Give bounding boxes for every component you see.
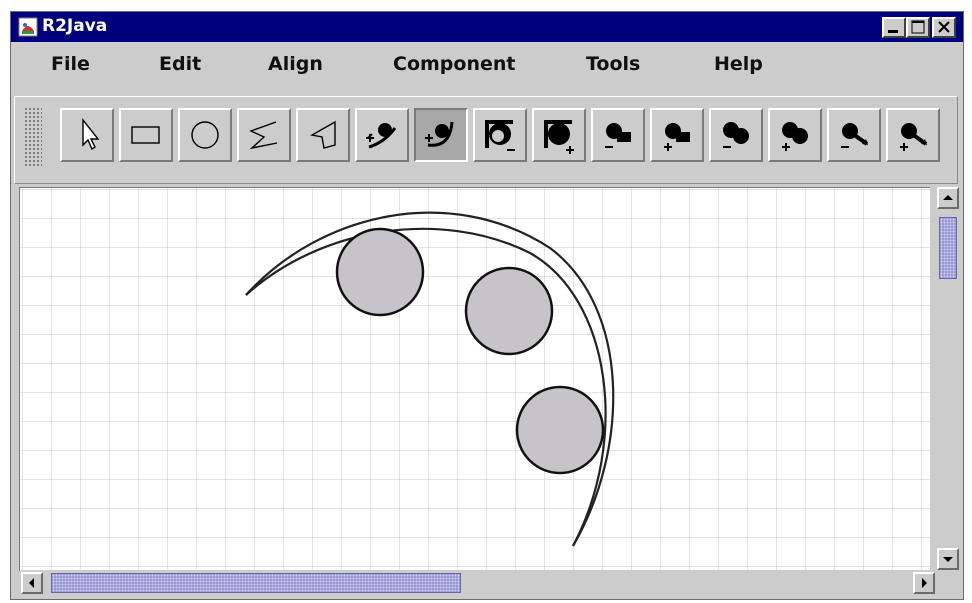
tool-circle[interactable]: [178, 108, 232, 162]
scroll-left-button[interactable]: [21, 572, 43, 594]
arrow-up-icon: [943, 195, 953, 200]
ball-square-minus-icon: [605, 123, 631, 148]
app-window: R2Java File Edit Align Component Tools H…: [10, 11, 964, 600]
menu-component[interactable]: Component: [393, 53, 515, 75]
scroll-down-button[interactable]: [937, 548, 959, 570]
tool-ball-cut-plus[interactable]: [532, 108, 586, 162]
tool-rectangle[interactable]: [119, 108, 173, 162]
double-ball-plus-icon: [782, 122, 808, 151]
tool-polyline[interactable]: [237, 108, 291, 162]
horizontal-scrollbar[interactable]: [21, 570, 937, 596]
scroll-right-button[interactable]: [913, 572, 935, 594]
tool-double-ball-plus[interactable]: [768, 108, 822, 162]
circle-shape[interactable]: [515, 385, 605, 475]
minimize-icon: [888, 30, 898, 33]
menu-tools[interactable]: Tools: [586, 53, 640, 75]
sweep-ball-arc-icon: [366, 123, 397, 149]
tool-ball-cut-minus[interactable]: [473, 108, 527, 162]
menu-edit[interactable]: Edit: [159, 53, 201, 75]
close-button[interactable]: [932, 17, 956, 38]
circle-shape[interactable]: [464, 266, 554, 356]
ball-cut-plus-icon: [544, 120, 574, 154]
app-icon: [18, 17, 38, 37]
sweep-ball-curve-icon: [425, 121, 454, 147]
scroll-corner: [937, 570, 959, 596]
ball-cut-minus-icon: [485, 120, 515, 151]
menu-file[interactable]: File: [51, 53, 90, 75]
canvas-surface[interactable]: [20, 188, 930, 571]
tool-select[interactable]: [60, 108, 114, 162]
open-polyline-icon: [249, 121, 278, 150]
minimize-button[interactable]: [882, 17, 906, 38]
tool-arrow-ball-minus[interactable]: [827, 108, 881, 162]
menu-bar: File Edit Align Component Tools Help: [11, 42, 963, 84]
arrow-down-icon: [943, 557, 953, 562]
maximize-button[interactable]: [906, 17, 930, 38]
rectangle-icon: [131, 126, 160, 144]
arrow-ball-minus-icon: [841, 123, 869, 148]
window-title: R2Java: [42, 16, 108, 36]
menu-help[interactable]: Help: [714, 53, 763, 75]
toolbar: [14, 96, 958, 184]
title-bar[interactable]: R2Java: [11, 12, 963, 42]
select-pointer-icon: [82, 117, 100, 151]
drawing-canvas[interactable]: [19, 187, 930, 571]
circle-icon: [191, 121, 219, 149]
circle-shape[interactable]: [335, 227, 425, 317]
vertical-scrollbar[interactable]: [937, 187, 959, 570]
toolbar-grip[interactable]: [24, 107, 42, 167]
arrow-left-icon: [29, 578, 34, 588]
tool-sweep-curve[interactable]: [414, 108, 468, 162]
scroll-up-button[interactable]: [937, 187, 959, 209]
ball-square-plus-icon: [664, 123, 690, 151]
tool-double-ball-minus[interactable]: [709, 108, 763, 162]
horizontal-scroll-thumb[interactable]: [51, 573, 461, 593]
arrow-right-icon: [922, 578, 927, 588]
tool-ball-square-plus[interactable]: [650, 108, 704, 162]
close-icon: [938, 21, 950, 33]
menu-align[interactable]: Align: [268, 53, 323, 75]
maximize-icon: [911, 20, 925, 34]
grid: [20, 188, 930, 571]
arrow-ball-plus-icon: [900, 123, 928, 151]
tool-arrow-ball-plus[interactable]: [886, 108, 940, 162]
vertical-scroll-thumb[interactable]: [939, 217, 957, 279]
tool-sweep-arc[interactable]: [355, 108, 409, 162]
double-ball-minus-icon: [723, 122, 749, 148]
tool-ball-square-minus[interactable]: [591, 108, 645, 162]
tool-polygon[interactable]: [296, 108, 350, 162]
polygon-icon: [310, 120, 336, 149]
